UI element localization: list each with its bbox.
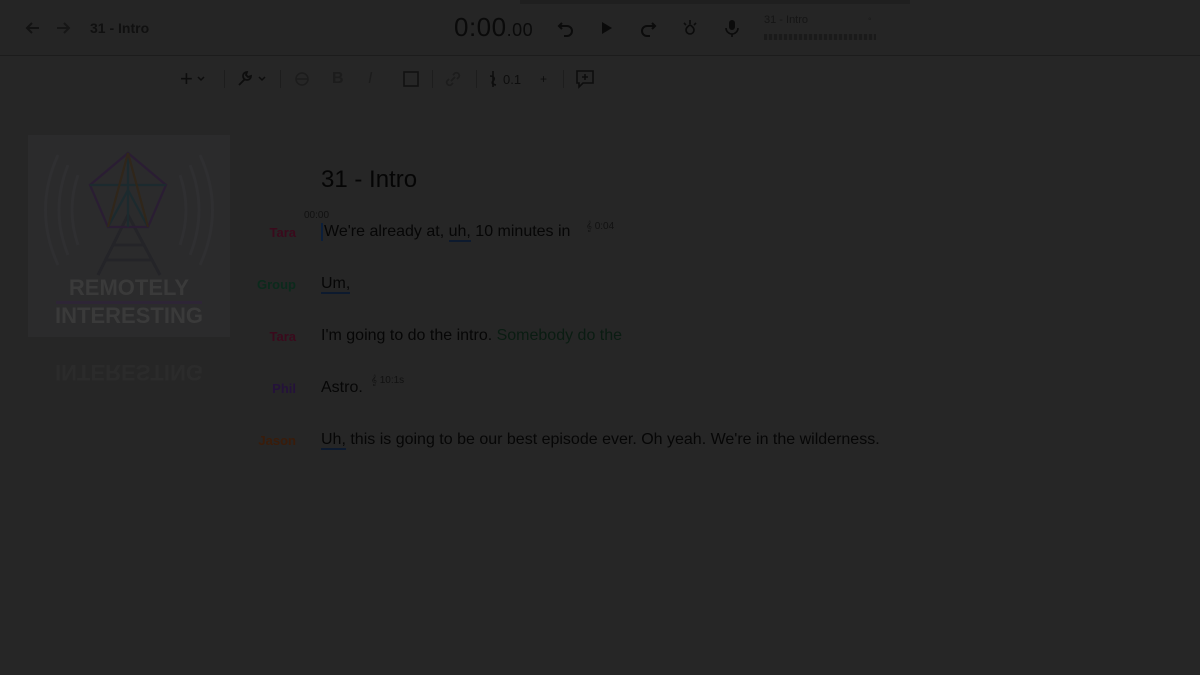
italic-button[interactable]: I <box>368 68 372 90</box>
utterance-text: We're already at, <box>324 223 449 241</box>
play-button[interactable] <box>594 16 618 40</box>
arrow-right-icon <box>57 22 71 34</box>
filler-word[interactable]: Um, <box>321 275 351 294</box>
speaker-label[interactable]: Tara <box>236 225 297 240</box>
marker-time: 0:04 <box>594 221 615 232</box>
speed-control[interactable]: 0.1 <box>487 68 521 90</box>
marker-time: 10:1s <box>379 375 405 386</box>
speaker-label[interactable]: Phil <box>236 381 296 396</box>
speaker-name: Tara <box>269 225 297 240</box>
speaker-label[interactable]: Tara <box>236 329 297 344</box>
speaker-label[interactable]: Group <box>236 277 296 292</box>
utterance-line[interactable]: I'm going to do the intro. Somebody do t… <box>321 327 622 345</box>
italic-icon: I <box>368 70 373 87</box>
start-timestamp: 00:00 <box>304 210 330 221</box>
toolbar-divider <box>432 70 433 88</box>
record-button[interactable] <box>720 16 744 40</box>
utterance-line[interactable]: We're already at, uh, 10 minutes in <box>321 223 571 243</box>
effects-button[interactable] <box>678 16 702 40</box>
microphone-icon <box>725 20 739 37</box>
clef-icon: 𝄞 <box>371 375 377 386</box>
wrench-icon <box>238 71 252 86</box>
bold-icon: B <box>332 70 344 87</box>
utterance-text: Astro. <box>321 379 363 396</box>
strikethrough-icon <box>295 72 309 86</box>
sparkle-icon <box>683 20 697 35</box>
chevron-down-icon <box>258 76 266 82</box>
timecode-fraction: .00 <box>506 20 534 40</box>
box-button[interactable] <box>402 68 420 90</box>
insert-button[interactable]: + <box>180 68 206 90</box>
rewind-icon <box>557 22 573 37</box>
title-bar: 31 - Intro 0:00.00 31 - Intro ◦ <box>0 0 1200 56</box>
toolbar-divider <box>224 70 225 88</box>
toolbar-divider <box>563 70 564 88</box>
comment-button[interactable] <box>575 68 595 90</box>
mini-player-handle-icon[interactable]: ◦ <box>868 14 872 25</box>
utterance-line[interactable]: Uh, this is going to be our best episode… <box>321 431 880 450</box>
podcast-logo: REMOTELY INTERESTING <box>44 151 214 328</box>
utterance-text: this is going to be our best episode eve… <box>345 431 880 448</box>
speed-value: 0.1 <box>503 71 522 87</box>
artwork-reflection-graphic: INTERESTING <box>55 360 203 385</box>
utterance-text: 10 minutes in <box>470 223 571 241</box>
utterance-text-alt: Somebody do the <box>496 327 623 344</box>
mini-player-title: 31 - Intro <box>764 14 809 26</box>
mini-waveform[interactable] <box>764 34 876 40</box>
clef-icon <box>489 71 497 87</box>
music-marker[interactable]: 𝄞 0:04 <box>586 221 614 232</box>
speaker-name: Jason <box>258 433 296 448</box>
strikethrough-button[interactable] <box>294 68 310 90</box>
comment-plus-icon <box>576 70 594 89</box>
utterance-line[interactable]: Um, <box>321 275 351 294</box>
toolbar-divider <box>476 70 477 88</box>
artwork-reflection-text: INTERESTING <box>55 360 203 385</box>
utterance-text: I'm going to do the intro. <box>321 327 497 344</box>
arrow-left-icon <box>25 22 39 34</box>
fast-forward-button[interactable] <box>636 16 660 40</box>
utterance-line[interactable]: Astro. <box>321 379 363 397</box>
tools-button[interactable] <box>236 68 267 90</box>
document-title[interactable]: 31 - Intro <box>90 20 149 36</box>
edit-toolbar: + B I 0.1 + <box>0 56 1200 102</box>
transcript-heading[interactable]: 31 - Intro <box>321 166 417 194</box>
clef-icon: 𝄞 <box>586 221 592 232</box>
speaker-name: Phil <box>272 381 296 396</box>
music-marker[interactable]: 𝄞 10:1s <box>371 375 404 386</box>
toolbar-divider <box>280 70 281 88</box>
speaker-name: Group <box>257 277 296 292</box>
filler-word[interactable]: Uh, <box>321 431 346 450</box>
top-edge-shadow <box>520 0 910 4</box>
chevron-down-icon <box>197 76 205 82</box>
bold-button[interactable]: B <box>332 68 344 90</box>
speed-stepper[interactable]: + <box>540 68 547 90</box>
speaker-name: Tara <box>269 329 297 344</box>
link-button[interactable] <box>444 68 462 90</box>
timecode-display: 0:00.00 <box>454 12 533 43</box>
link-icon <box>445 71 461 87</box>
rewind-button[interactable] <box>554 16 578 40</box>
plus-icon: + <box>180 66 193 91</box>
forward-button[interactable] <box>52 17 74 39</box>
text-cursor <box>321 223 323 241</box>
fast-forward-icon <box>641 22 657 37</box>
artwork-line1: REMOTELY <box>69 275 190 300</box>
artwork-reflection: INTERESTING <box>28 337 230 397</box>
timecode-main: 0:00 <box>454 12 507 42</box>
back-button[interactable] <box>22 17 44 39</box>
speaker-label[interactable]: Jason <box>236 433 296 448</box>
play-icon <box>602 22 612 34</box>
filler-word[interactable]: uh, <box>448 223 471 243</box>
square-icon <box>403 71 419 87</box>
podcast-artwork: REMOTELY INTERESTING <box>28 135 230 337</box>
artwork-line2: INTERESTING <box>55 303 203 328</box>
